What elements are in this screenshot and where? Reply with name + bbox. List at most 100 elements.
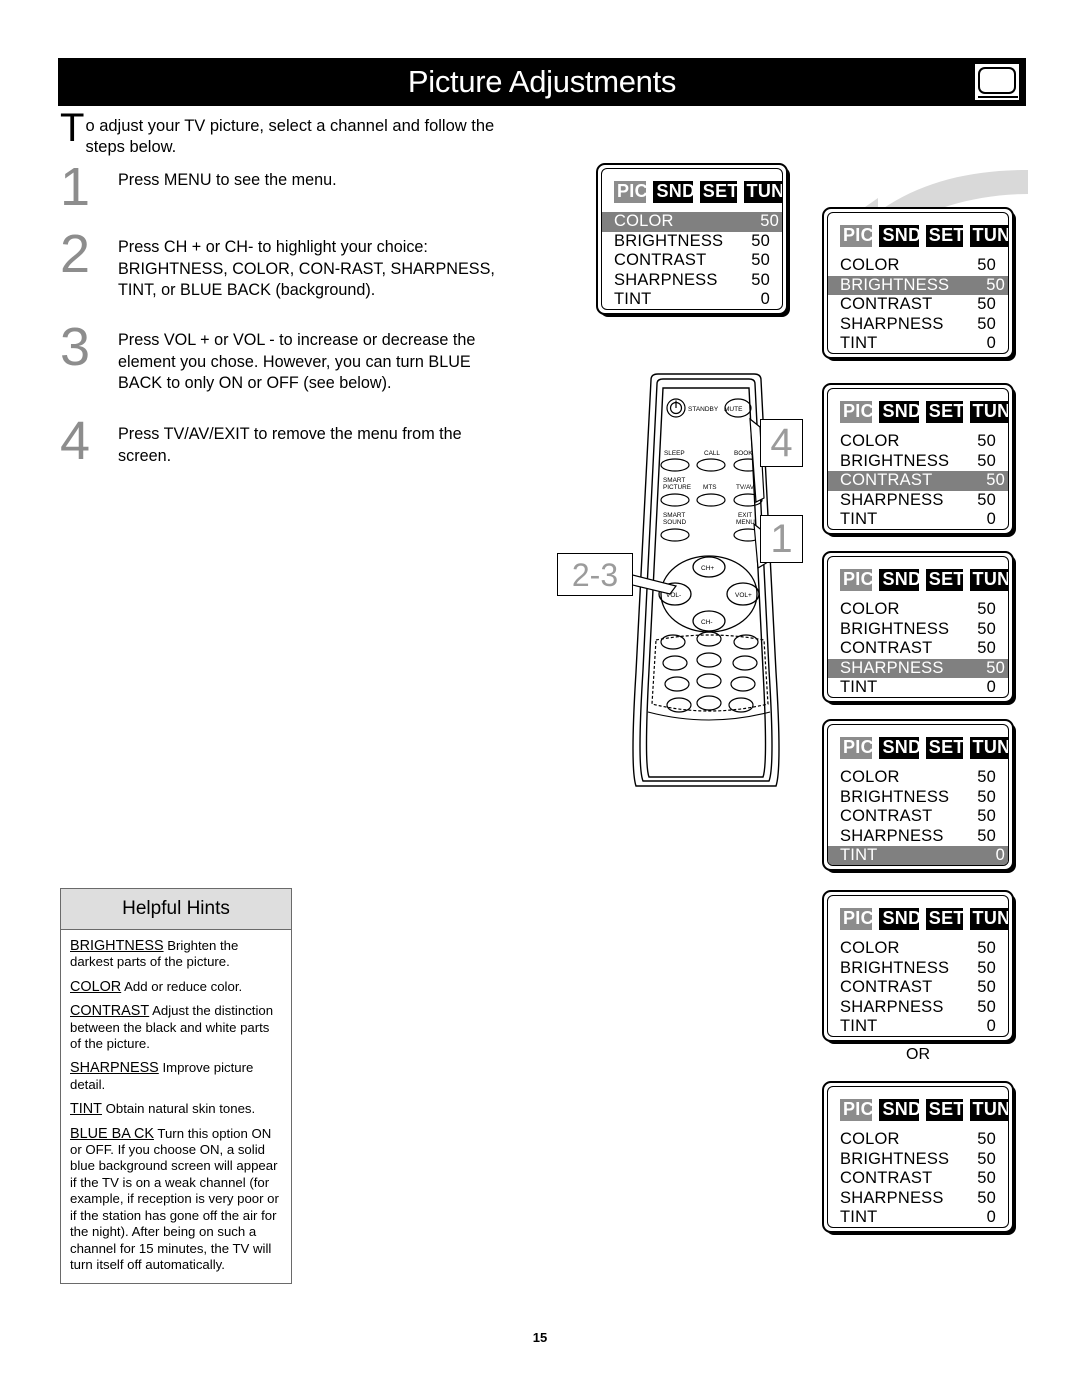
osd-row-blue-back[interactable]: BLUE BACK ON — [602, 310, 782, 311]
step-1: 1 Press MENU to see the menu. — [60, 160, 510, 214]
tab-tun[interactable]: TUN — [969, 1099, 1008, 1121]
osd-row-brightness[interactable]: BRIGHTNESS 50 — [828, 1150, 1008, 1170]
page-title: Picture Adjustments — [407, 64, 677, 99]
step-4-number: 4 — [60, 411, 91, 471]
osd-row-label: COLOR — [840, 432, 900, 450]
osd-row-blue-back[interactable]: BLUE BACK ON — [828, 530, 1008, 531]
osd-row-sharpness[interactable]: SHARPNESS 50 — [828, 315, 1008, 335]
osd-row-contrast[interactable]: CONTRAST 50 — [828, 471, 1008, 491]
osd-row-color[interactable]: COLOR 50 — [828, 600, 1008, 620]
tab-snd[interactable]: SND — [879, 225, 919, 247]
osd-row-brightness[interactable]: BRIGHTNESS 50 — [602, 232, 782, 252]
osd-screen-4: PIC SND SET TUN COLOR 50 BRIGHTNESS 50 CON… — [822, 551, 1014, 703]
tab-snd[interactable]: SND — [879, 569, 919, 591]
osd-row-sharpness[interactable]: SHARPNESS 50 — [828, 658, 1008, 678]
tab-pic[interactable]: PIC — [840, 737, 873, 759]
osd-row-blue-back[interactable]: BLUE BACK ON — [828, 354, 1008, 355]
tv-screen-icon — [974, 63, 1020, 101]
osd-row-label: TINT — [840, 1017, 878, 1035]
tab-tun[interactable]: TUN — [969, 908, 1008, 930]
osd-row-label: BLUE BACK — [840, 1228, 934, 1229]
osd-row-contrast[interactable]: CONTRAST 50 — [828, 978, 1008, 998]
osd-row-label: COLOR — [840, 1130, 900, 1148]
osd-row-blue-back[interactable]: BLUE BACK ON — [828, 698, 1008, 699]
osd-row-tint[interactable]: TINT 0 — [828, 678, 1008, 697]
callout-step-1: 1 — [760, 515, 803, 563]
osd-row-contrast[interactable]: CONTRAST 50 — [828, 1169, 1008, 1189]
osd-row-contrast[interactable]: CONTRAST 50 — [828, 639, 1008, 659]
osd-row-value: 0 — [760, 290, 770, 308]
osd-row-blue-back[interactable]: BLUE BACK ON — [828, 866, 1008, 867]
osd-row-label: SHARPNESS — [840, 997, 944, 1016]
hint-blue-back: BLUE BA CK Turn this option ON or OFF. I… — [70, 1126, 283, 1274]
osd-row-tint[interactable]: TINT 0 — [602, 290, 782, 309]
osd-row-tint[interactable]: TINT 0 — [828, 334, 1008, 353]
osd-row-label: CONTRAST — [840, 295, 933, 313]
osd-screen-6: PIC SND SET TUN COLOR 50 BRIGHTNESS 50 CON… — [822, 890, 1014, 1042]
tab-set[interactable]: SET — [925, 1099, 963, 1121]
tab-pic[interactable]: PIC — [840, 401, 873, 423]
tab-pic[interactable]: PIC — [614, 181, 647, 203]
remote-exit-label: EXIT — [738, 512, 752, 519]
osd-row-color[interactable]: COLOR 50 — [828, 432, 1008, 452]
tab-snd[interactable]: SND — [653, 181, 693, 203]
osd-row-label: BRIGHTNESS — [614, 231, 724, 250]
osd-tab-bar: PIC SND SET TUN — [828, 908, 1008, 930]
osd-row-blue-back[interactable]: BLUE BACK ON — [828, 1037, 1009, 1038]
osd-row-contrast[interactable]: CONTRAST 50 — [828, 295, 1008, 315]
osd-row-brightness[interactable]: BRIGHTNESS 50 — [828, 620, 1008, 640]
hint-term: COLOR — [70, 978, 122, 995]
osd-row-color[interactable]: COLOR 50 — [828, 1130, 1008, 1150]
osd-row-contrast[interactable]: CONTRAST 50 — [828, 807, 1008, 827]
intro-text: o adjust your TV picture, select a chann… — [85, 117, 495, 156]
tab-set[interactable]: SET — [925, 737, 963, 759]
osd-row-tint[interactable]: TINT 0 — [828, 1208, 1008, 1227]
osd-row-label: TINT — [840, 334, 878, 352]
osd-row-label: SHARPNESS — [840, 1188, 944, 1207]
remote-sleep-label: SLEEP — [664, 450, 685, 457]
tab-pic[interactable]: PIC — [840, 569, 873, 591]
tab-tun[interactable]: TUN — [969, 401, 1008, 423]
tab-set[interactable]: SET — [925, 401, 963, 423]
tab-tun[interactable]: TUN — [969, 225, 1008, 247]
osd-row-blue-back[interactable]: BLUE BACK OFF — [828, 1228, 1009, 1229]
osd-row-label: BRIGHTNESS — [840, 275, 950, 294]
tab-snd[interactable]: SND — [879, 737, 919, 759]
osd-screen-5: PIC SND SET TUN COLOR 50 BRIGHTNESS 50 CON… — [822, 719, 1014, 871]
osd-row-brightness[interactable]: BRIGHTNESS 50 — [828, 959, 1008, 979]
osd-row-color[interactable]: COLOR 50 — [828, 939, 1008, 959]
osd-row-contrast[interactable]: CONTRAST 50 — [602, 251, 782, 271]
osd-row-label: BLUE BACK — [614, 310, 708, 311]
osd-row-brightness[interactable]: BRIGHTNESS 50 — [828, 788, 1008, 808]
remote-mts-label: MTS — [703, 484, 717, 491]
tab-set[interactable]: SET — [925, 569, 963, 591]
osd-row-tint[interactable]: TINT 0 — [828, 510, 1008, 529]
tab-pic[interactable]: PIC — [840, 225, 873, 247]
osd-row-sharpness[interactable]: SHARPNESS 50 — [602, 271, 782, 291]
osd-row-tint[interactable]: TINT 0 — [828, 1017, 1008, 1036]
svg-text:PICTURE: PICTURE — [663, 484, 691, 491]
osd-row-brightness[interactable]: BRIGHTNESS 50 — [828, 452, 1008, 472]
osd-row-color[interactable]: COLOR 50 — [602, 212, 782, 232]
tab-tun[interactable]: TUN — [969, 569, 1008, 591]
osd-row-tint[interactable]: TINT 0 — [828, 846, 1008, 865]
tab-tun[interactable]: TUN — [969, 737, 1008, 759]
osd-row-color[interactable]: COLOR 50 — [828, 256, 1008, 276]
osd-row-sharpness[interactable]: SHARPNESS 50 — [828, 998, 1008, 1018]
tab-snd[interactable]: SND — [879, 401, 919, 423]
tab-pic[interactable]: PIC — [840, 1099, 873, 1121]
tab-pic[interactable]: PIC — [840, 908, 873, 930]
osd-row-label: SHARPNESS — [840, 490, 944, 509]
tab-tun[interactable]: TUN — [743, 181, 782, 203]
tab-snd[interactable]: SND — [879, 908, 919, 930]
tab-set[interactable]: SET — [699, 181, 737, 203]
osd-row-sharpness[interactable]: SHARPNESS 50 — [828, 827, 1008, 847]
osd-row-brightness[interactable]: BRIGHTNESS 50 — [828, 275, 1008, 295]
tab-set[interactable]: SET — [925, 908, 963, 930]
osd-row-sharpness[interactable]: SHARPNESS 50 — [828, 1189, 1008, 1209]
osd-row-color[interactable]: COLOR 50 — [828, 768, 1008, 788]
tab-snd[interactable]: SND — [879, 1099, 919, 1121]
svg-text:CH-: CH- — [701, 619, 713, 626]
tab-set[interactable]: SET — [925, 225, 963, 247]
osd-row-sharpness[interactable]: SHARPNESS 50 — [828, 491, 1008, 511]
